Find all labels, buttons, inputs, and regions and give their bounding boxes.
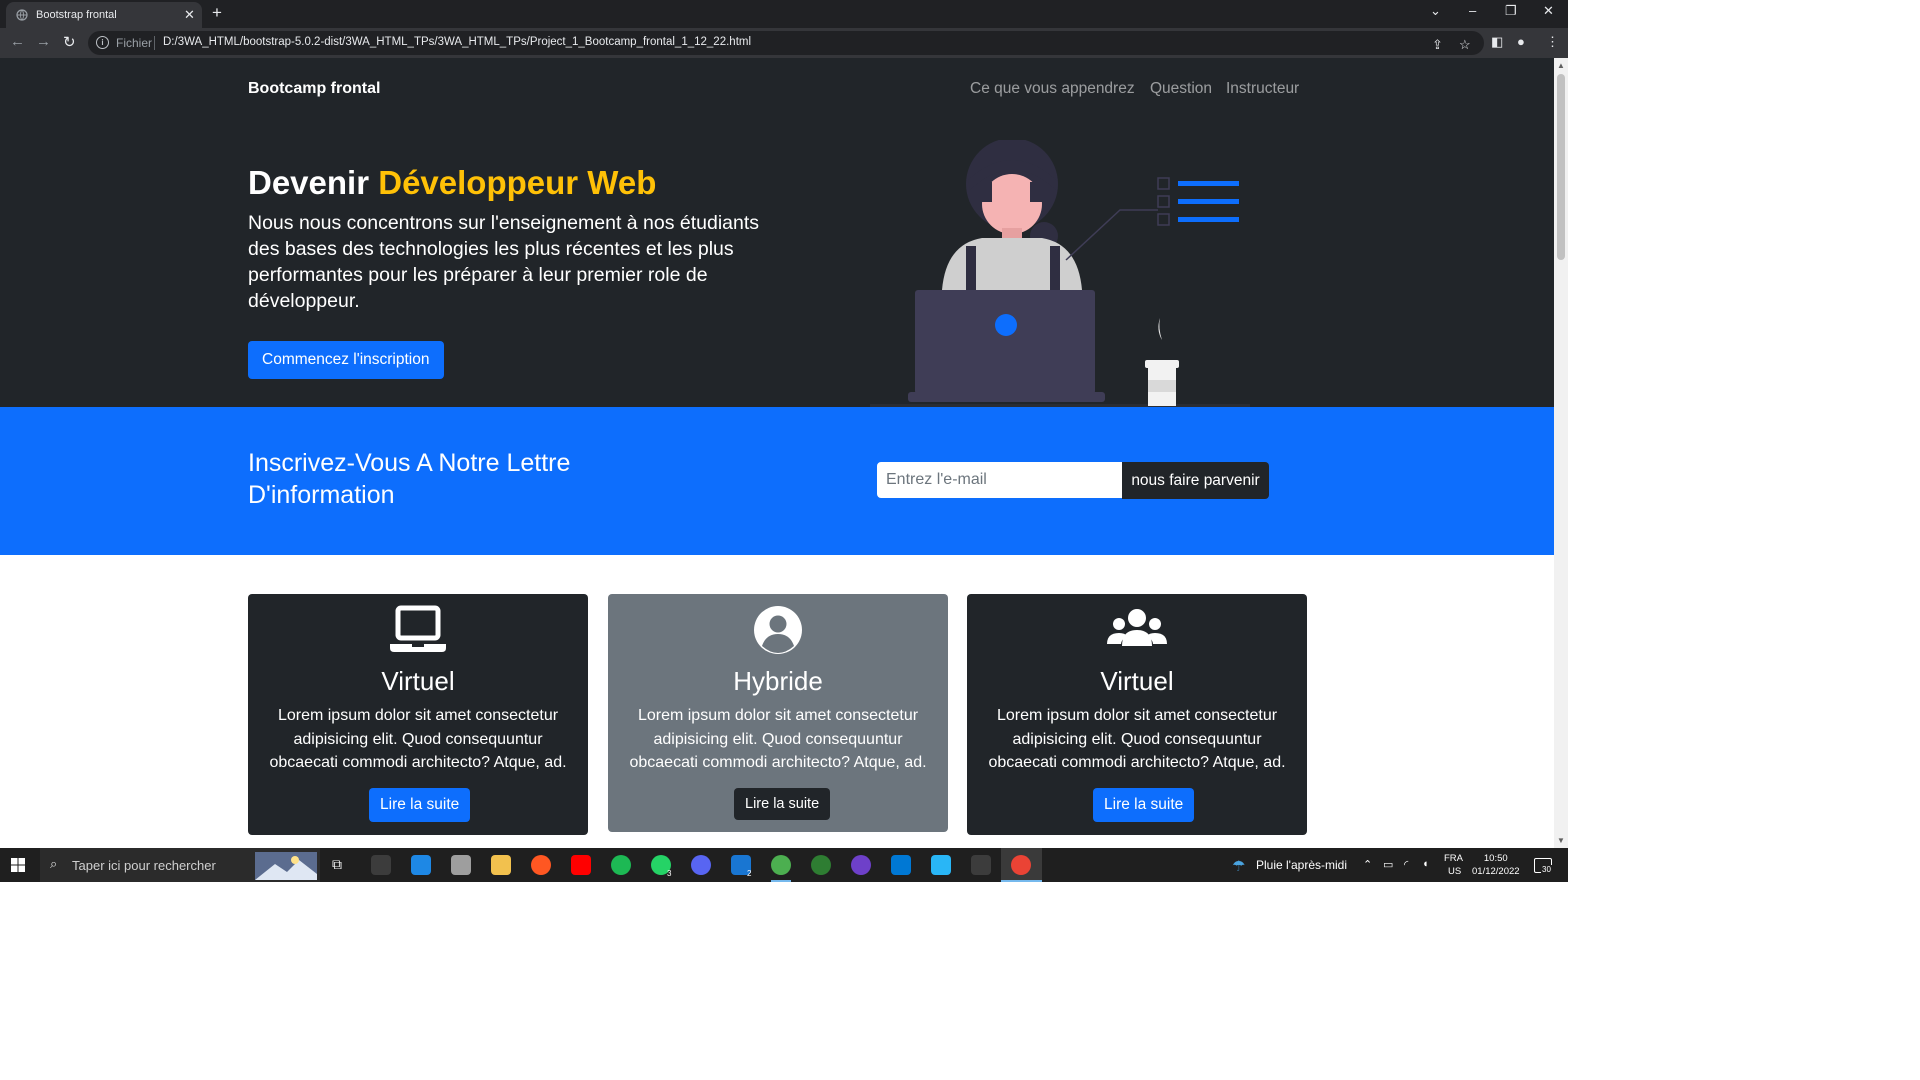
card-virtual-group: Virtuel Lorem ipsum dolor sit amet conse…	[967, 594, 1307, 835]
youtube-icon[interactable]	[571, 855, 591, 875]
star-icon[interactable]: ☆	[1459, 37, 1471, 53]
chatgpt-icon[interactable]	[811, 855, 831, 875]
hero-title-prefix: Devenir	[248, 164, 370, 201]
url-text[interactable]: D:/3WA_HTML/bootstrap-5.0.2-dist/3WA_HTM…	[163, 36, 751, 48]
firefox-icon[interactable]	[531, 855, 551, 875]
new-tab-icon[interactable]: +	[212, 3, 222, 23]
discord-icon[interactable]	[691, 855, 711, 875]
rain-icon[interactable]: ☂	[1232, 857, 1245, 875]
card-text: Lorem ipsum dolor sit amet consectetur a…	[269, 707, 567, 771]
whatsapp-badge: 3	[667, 869, 672, 878]
tab-close-icon[interactable]: ✕	[184, 7, 195, 23]
browser-tab[interactable]: Bootstrap frontal ✕	[6, 2, 202, 28]
lang-secondary: US	[1448, 866, 1462, 877]
nav-link-question[interactable]: Question	[1150, 80, 1212, 98]
read-more-button[interactable]: Lire la suite	[369, 788, 471, 822]
settings-icon[interactable]	[371, 855, 391, 875]
page-scrollbar[interactable]: ▲ ▼	[1554, 58, 1568, 848]
card-virtual: Virtuel Lorem ipsum dolor sit amet conse…	[248, 594, 588, 835]
read-more-button[interactable]: Lire la suite	[1093, 788, 1195, 822]
scroll-down-icon[interactable]: ▼	[1557, 836, 1565, 845]
email-input[interactable]	[877, 462, 1122, 498]
omnibox-divider	[154, 36, 155, 50]
photos-icon[interactable]	[931, 855, 951, 875]
developer-illustration	[870, 140, 1250, 407]
task-view-icon[interactable]: ⧉	[332, 856, 342, 873]
user-circle-icon	[754, 606, 802, 654]
hero-title-accent: Développeur Web	[378, 164, 657, 201]
site-navbar: Bootcamp frontal Ce que vous appendrez Q…	[0, 58, 1554, 120]
scroll-thumb[interactable]	[1557, 74, 1565, 260]
search-highlight-art	[255, 852, 317, 880]
store-icon[interactable]	[411, 855, 431, 875]
battery-icon[interactable]: ▭	[1383, 858, 1393, 871]
page-viewport: Bootcamp frontal Ce que vous appendrez Q…	[0, 58, 1554, 848]
vscode-icon[interactable]	[891, 855, 911, 875]
browser-toolbar: ← → ↻ i Fichier D:/3WA_HTML/bootstrap-5.…	[0, 28, 1568, 58]
side-panel-icon[interactable]: ◧	[1491, 34, 1503, 50]
laptop-icon	[390, 605, 446, 652]
scroll-up-icon[interactable]: ▲	[1557, 61, 1565, 70]
mail-app-icon[interactable]	[451, 855, 471, 875]
time: 10:50	[1483, 853, 1508, 864]
search-placeholder: Taper ici pour rechercher	[72, 858, 216, 873]
mail-badge: 2	[747, 869, 752, 878]
nav-link-learn[interactable]: Ce que vous appendrez	[970, 80, 1135, 98]
wifi-icon[interactable]: ◜	[1404, 858, 1408, 871]
newsletter-section: Inscrivez-Vous A Notre Lettre D'informat…	[0, 407, 1554, 555]
scheme-label: Fichier	[116, 36, 153, 50]
spotify-icon[interactable]	[611, 855, 631, 875]
hero-section: Devenir Développeur Web Nous nous concen…	[0, 120, 1554, 407]
github-icon[interactable]	[851, 855, 871, 875]
reload-icon[interactable]: ↻	[63, 33, 76, 51]
back-icon[interactable]: ←	[10, 33, 25, 50]
forward-icon[interactable]: →	[36, 33, 51, 50]
date: 01/12/2022	[1472, 866, 1520, 877]
chrome-icon[interactable]	[771, 855, 791, 875]
globe-icon	[16, 9, 28, 21]
start-registration-button[interactable]: Commencez l'inscription	[248, 341, 444, 379]
share-icon[interactable]: ⇪	[1432, 37, 1443, 53]
tab-title: Bootstrap frontal	[36, 9, 117, 21]
hero-title: Devenir Développeur Web	[248, 164, 656, 202]
chrome-running-indicator	[771, 880, 791, 882]
tab-search-chevron-icon[interactable]: ⌄	[1430, 3, 1441, 19]
clock[interactable]: 10:50 01/12/2022	[1472, 852, 1520, 878]
windows-taskbar: ⌕ Taper ici pour rechercher ⧉ 3 2 ☂ Plui…	[0, 848, 1568, 882]
restore-icon[interactable]: ❐	[1505, 3, 1517, 19]
newsletter-submit-button[interactable]: nous faire parvenir	[1122, 462, 1269, 499]
close-window-icon[interactable]: ✕	[1543, 3, 1554, 19]
read-more-button[interactable]: Lire la suite	[734, 788, 831, 820]
users-icon	[1107, 609, 1167, 646]
search-icon: ⌕	[50, 856, 58, 871]
newsletter-title: Inscrivez-Vous A Notre Lettre D'informat…	[248, 449, 571, 509]
weather-text[interactable]: Pluie l'après-midi	[1256, 858, 1347, 872]
minimize-icon[interactable]: –	[1469, 3, 1476, 18]
notification-count: 30	[1541, 865, 1552, 874]
hero-lead: Nous nous concentrons sur l'enseignement…	[248, 212, 760, 312]
menu-icon[interactable]: ⋮	[1546, 34, 1559, 50]
address-bar[interactable]: i Fichier D:/3WA_HTML/bootstrap-5.0.2-di…	[88, 31, 1484, 55]
active-indicator	[1001, 880, 1042, 882]
browser-tabstrip: Bootstrap frontal ✕ + ⌄ – ❐ ✕	[0, 0, 1568, 28]
language-indicator[interactable]: FRA US	[1444, 852, 1463, 878]
profile-icon[interactable]: ●	[1517, 34, 1525, 49]
taskbar-search[interactable]: ⌕ Taper ici pour rechercher	[40, 848, 320, 882]
info-icon[interactable]: i	[96, 36, 109, 49]
lang-primary: FRA	[1444, 853, 1463, 864]
chevron-up-icon[interactable]: ⌃	[1363, 858, 1372, 871]
card-title: Virtuel	[1100, 666, 1174, 696]
file-explorer-icon[interactable]	[491, 855, 511, 875]
card-title: Hybride	[733, 666, 823, 696]
card-hybrid: Hybride Lorem ipsum dolor sit amet conse…	[608, 594, 948, 832]
volume-icon[interactable]: ◖	[1422, 858, 1429, 870]
card-text: Lorem ipsum dolor sit amet consectetur a…	[629, 707, 927, 771]
card-text: Lorem ipsum dolor sit amet consectetur a…	[988, 707, 1286, 771]
app-icon[interactable]	[971, 855, 991, 875]
windows-start-icon[interactable]	[11, 858, 25, 872]
navbar-brand[interactable]: Bootcamp frontal	[248, 80, 380, 98]
card-title: Virtuel	[381, 666, 455, 696]
nav-link-instructor[interactable]: Instructeur	[1226, 80, 1299, 98]
chrome-active-icon[interactable]	[1011, 855, 1031, 875]
